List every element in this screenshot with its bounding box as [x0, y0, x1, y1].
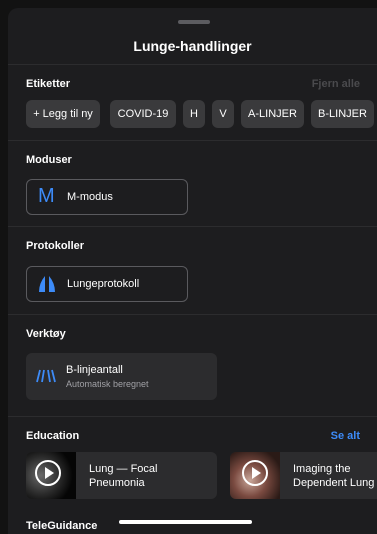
play-icon — [35, 460, 61, 486]
education-title: Education — [26, 430, 80, 442]
divider — [8, 64, 377, 65]
b-lines-icon — [36, 368, 56, 389]
modes-title: Moduser — [26, 154, 72, 166]
labels-title: Etiketter — [26, 78, 71, 90]
label-chip-v[interactable]: V — [212, 100, 234, 128]
m-mode-icon: M — [38, 185, 55, 207]
b-line-count-subtitle: Automatisk beregnet — [66, 379, 149, 389]
see-all-link[interactable]: Se alt — [331, 430, 360, 442]
sheet-title: Lunge-handlinger — [133, 38, 252, 54]
sheet-grabber[interactable] — [178, 20, 210, 24]
label-chip-b-lines[interactable]: B-LINJER — [311, 100, 374, 128]
b-line-count-button[interactable]: B-linjeantall Automatisk beregnet — [26, 353, 217, 400]
lung-protocol-button[interactable]: Lungeprotokoll — [26, 266, 188, 302]
label-chip-covid[interactable]: COVID-19 — [110, 100, 176, 128]
add-label-chip[interactable]: + Legg til ny — [26, 100, 100, 128]
education-card-focal-pneumonia[interactable]: Lung — Focal Pneumonia — [26, 452, 217, 499]
education-card-dependent-lung[interactable]: Imaging the Dependent Lung — [230, 452, 377, 499]
lung-icon — [38, 275, 56, 298]
teleguidance-title: TeleGuidance — [26, 520, 98, 532]
education-card-title-line2: Dependent Lung — [293, 477, 375, 489]
education-card-title-line1: Lung — Focal — [89, 463, 158, 475]
m-mode-button[interactable]: M M-modus — [26, 179, 188, 215]
divider — [8, 140, 377, 141]
label-chip-a-lines[interactable]: A-LINJER — [241, 100, 304, 128]
protocols-title: Protokoller — [26, 240, 85, 252]
b-line-count-label: B-linjeantall — [66, 364, 123, 376]
play-icon — [242, 460, 268, 486]
divider — [8, 416, 377, 417]
remove-all-button[interactable]: Fjern alle — [312, 78, 360, 90]
lung-actions-sheet: Lunge-handlinger Etiketter Fjern alle + … — [8, 8, 377, 534]
lung-protocol-label: Lungeprotokoll — [67, 278, 140, 290]
m-mode-label: M-modus — [67, 191, 113, 203]
divider — [8, 226, 377, 227]
tools-title: Verktøy — [26, 328, 66, 340]
education-card-title-line2: Pneumonia — [89, 477, 145, 489]
divider — [8, 314, 377, 315]
education-card-title-line1: Imaging the — [293, 463, 351, 475]
home-indicator[interactable] — [119, 520, 252, 524]
label-chip-h[interactable]: H — [183, 100, 205, 128]
